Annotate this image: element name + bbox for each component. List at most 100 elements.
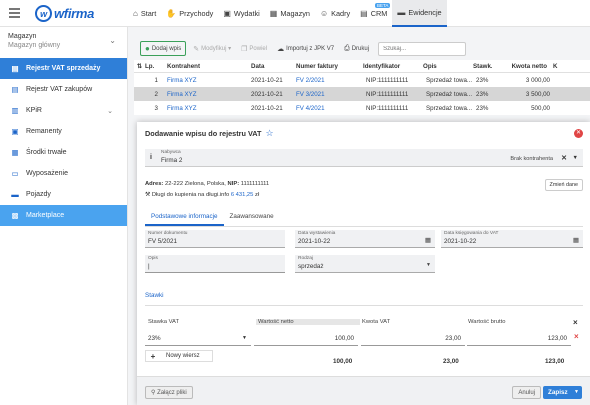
column-header[interactable]: Data [248,63,293,70]
buyer-field[interactable]: i Nabywca Firma 2 Brak kontrahenta ✕ ▼ [145,149,583,167]
table-cell: 3 500,00 [525,90,550,98]
nav-wydatki[interactable]: ▣ Wydatki [218,0,264,27]
sidebar-item-5[interactable]: ▦ Środki trwałe [0,142,127,163]
sidebar-item-6[interactable]: ▭ Wyposażenie [0,163,127,184]
nav-ewidencje[interactable]: ▬ Ewidencje [392,0,447,27]
tab-advanced[interactable]: Zaawansowane [224,210,280,226]
import-jpk-button[interactable]: ☁ Importuj z JPK V7 [274,41,337,56]
close-icon[interactable]: ✕ [574,129,583,138]
description-field[interactable]: Opis | [145,255,285,273]
book-icon: ▥ [11,106,19,115]
column-header[interactable]: Numer faktury [293,63,360,70]
search-input[interactable] [378,41,467,56]
paperclip-icon: ⚲ [151,390,156,396]
debt-info: ⚒ Długi do kupienia na długi.info 6 431,… [145,192,259,198]
table-cell: 2021-10-21 [251,90,283,98]
issue-date-label: Data wystawienia [298,231,336,236]
warehouse-subtitle: Magazyn główny [8,42,61,49]
nav-magazyn[interactable]: ▦ Magazyn [265,0,315,27]
edit-label: Modyfikuj [201,45,227,52]
vat-rate-select[interactable]: 23% ▼ [145,330,251,346]
add-entry-label: Dodaj wpis [151,45,182,52]
clear-icon[interactable]: ✕ [561,154,567,162]
close-icon[interactable]: × [573,318,578,327]
edit-button[interactable]: ✎ Modyfikuj ▾ [190,41,234,56]
column-header[interactable]: Kwota netto [492,63,550,70]
nav-label: Ewidencje [408,8,442,17]
folder-icon: ▬ [397,8,406,17]
print-button[interactable]: ⎙ Drukuj [341,41,372,56]
issue-date-value: 2021-10-22 [298,238,331,245]
column-header[interactable]: Opis [420,63,470,70]
chevron-down-icon[interactable]: ▼ [574,389,579,395]
document-number-value: FV 5/2021 [148,238,178,245]
table-cell[interactable]: FV 2/2021 [293,77,360,84]
add-row-button[interactable]: + Nowy wiersz [145,350,213,362]
dropdown-icon[interactable]: ▼ [573,155,578,161]
vat-rate-value: 23% [148,335,161,342]
document-number-field[interactable]: Numer dokumentu FV 5/2021 [145,230,285,248]
table-cell: NIP:1111111111 [366,76,409,84]
nav-crm[interactable]: ▤ CRM BETA [355,0,392,27]
nav-kadry[interactable]: ☺ Kadry [315,0,355,27]
col-net-value: Wartość netto [256,319,360,325]
type-select[interactable]: Rodzaj sprzedaż ▼ [295,255,435,273]
save-button[interactable]: Zapisz ▼ [543,386,582,399]
star-icon[interactable]: ☆ [266,128,274,139]
sidebar-item-7[interactable]: ▬ Pojazdy [0,184,127,205]
calendar-icon[interactable]: ▦ [425,236,431,244]
tab-basic-info[interactable]: Podstawowe informacje [145,210,224,226]
calendar-icon[interactable]: ▦ [573,236,579,244]
sidebar-item-2[interactable]: ▤ Rejestr VAT zakupów [0,79,127,100]
table-cell: 500,00 [531,104,550,112]
table-row[interactable]: 3Firma XYZ2021-10-21FV 4/2021✓NIP:111111… [134,101,590,115]
print-label: Drukuj [351,45,370,52]
table-cell: Sprzedaż towa... [426,104,473,112]
column-header[interactable]: Lp. [142,63,164,70]
column-header[interactable]: Identyfikator [360,63,420,70]
column-header[interactable]: K [550,63,570,70]
cancel-button[interactable]: Anuluj [512,386,541,399]
change-data-button[interactable]: Zmień dane [544,179,583,191]
sidebar-item-4[interactable]: ▣ Remanenty [0,121,127,142]
delete-row-icon[interactable]: × [574,332,579,341]
description-label: Opis [148,256,158,261]
table-row[interactable]: 1 Firma XYZ 2021-10-21 FV 2/2021 NIP:1111111… [134,73,590,87]
net-value-input[interactable]: 100,00 [254,330,358,346]
nav-przychody[interactable]: ✋ Przychody [161,0,218,27]
nav-start[interactable]: ⌂ Start [128,0,161,27]
warehouse-selector[interactable]: Magazyn Magazyn główny ⌄ [0,27,127,58]
sidebar-item-1[interactable]: ▤ Rejestr VAT sprzedaży [0,58,127,79]
warehouse-icon: ▦ [269,9,278,18]
logo[interactable]: w wfirma [35,5,94,22]
col-vat-rate: Stawka VAT [148,319,180,325]
vat-booking-date-field[interactable]: Data księgowania do VAT 2021-10-22 ▦ [441,230,583,248]
table-cell: NIP:1111111111 [366,90,409,98]
add-entry-button[interactable]: ● Dodaj wpis [140,41,187,56]
column-header[interactable]: Stawk... [470,63,492,70]
buyer-value: Firma 2 [161,157,183,164]
sort-icon[interactable]: ⇅ [134,63,142,70]
sidebar-item-3[interactable]: ▥ KPiR ⌄ [0,100,127,121]
gross-value-input[interactable]: 123,00 [467,330,571,346]
nip-value: 1111111111 [240,181,270,187]
dialog-footer: ⚲ Załącz pliki Anuluj Zapisz ▼ [137,376,590,405]
debt-amount-link[interactable]: 6 431,25 [231,192,254,198]
hamburger-menu-icon[interactable] [9,8,20,18]
duplicate-button[interactable]: ❐ Powiel [238,41,270,56]
table-cell[interactable]: FV 3/2021 [293,91,360,98]
table-row[interactable]: 2Firma XYZ2021-10-21FV 3/2021✉NIP:111111… [134,87,590,101]
table-cell[interactable]: FV 4/2021 [293,105,360,112]
chevron-down-icon[interactable]: ⌄ [107,107,113,115]
sidebar-item-8[interactable]: ▩ Marketplace [0,205,127,226]
type-value: sprzedaż [298,263,324,270]
table-cell[interactable]: Firma XYZ [164,77,248,84]
save-label: Zapisz [548,389,568,396]
table-cell[interactable]: Firma XYZ [164,105,248,112]
vat-amount-input[interactable]: 23,00 [361,330,465,346]
issue-date-field[interactable]: Data wystawienia 2021-10-22 ▦ [295,230,435,248]
table-cell[interactable]: Firma XYZ [164,91,248,98]
column-header[interactable]: Kontrahent [164,63,248,70]
tab-rates[interactable]: Stawki [145,292,164,303]
attach-files-button[interactable]: ⚲ Załącz pliki [145,386,193,399]
